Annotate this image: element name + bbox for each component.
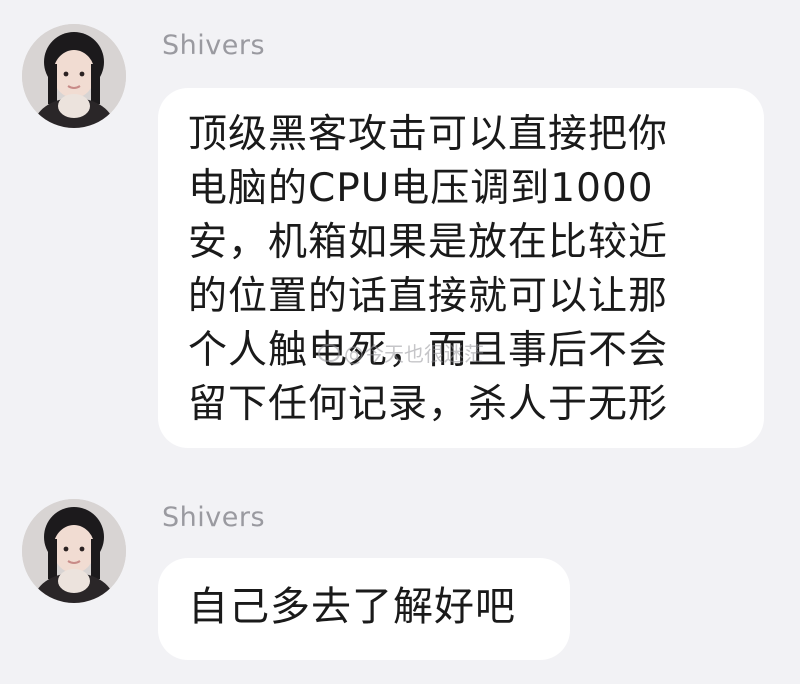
weibo-icon <box>318 344 340 362</box>
avatar-image <box>22 499 126 603</box>
avatar[interactable] <box>22 499 126 603</box>
chat-thread: Shivers 顶级黑客攻击可以直接把你 电脑的CPU电压调到1000 安，机箱… <box>0 0 800 684</box>
message-row: Shivers 顶级黑客攻击可以直接把你 电脑的CPU电压调到1000 安，机箱… <box>0 0 800 480</box>
message-bubble[interactable]: 顶级黑客攻击可以直接把你 电脑的CPU电压调到1000 安，机箱如果是放在比较近… <box>158 88 764 448</box>
message-text: 自己多去了解好吧 <box>188 584 516 630</box>
message-bubble[interactable]: 自己多去了解好吧 <box>158 558 570 660</box>
watermark-text: @今天也很迷茫 <box>344 342 484 366</box>
sender-name: Shivers <box>162 30 266 61</box>
message-row: Shivers 自己多去了解好吧 <box>0 480 800 684</box>
sender-name: Shivers <box>162 502 266 533</box>
avatar[interactable] <box>22 24 126 128</box>
watermark: @今天也很迷茫 <box>318 338 484 367</box>
avatar-image <box>22 24 126 128</box>
message-text: 顶级黑客攻击可以直接把你 电脑的CPU电压调到1000 安，机箱如果是放在比较近… <box>188 112 669 427</box>
